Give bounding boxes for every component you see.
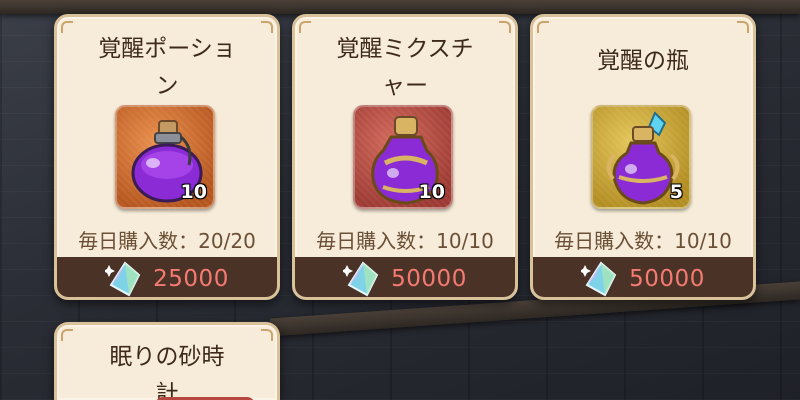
price-label: 50000 (629, 266, 705, 292)
item-quantity: 5 (669, 181, 683, 203)
buy-button[interactable]: 50000 (295, 257, 515, 297)
shop-item-card[interactable]: 眠りの砂時 計 (54, 322, 280, 400)
crystal-gem-icon (581, 261, 617, 297)
buy-button[interactable]: 25000 (57, 257, 277, 297)
item-name: 覚醒ポーショ ン (98, 36, 236, 99)
shop-item-card[interactable]: 覚醒の瓶 5 毎日購入数：10/10 50000 (530, 14, 756, 300)
daily-purchase-limit: 毎日購入数：10/10 (316, 229, 494, 253)
buy-button[interactable]: 50000 (533, 257, 753, 297)
daily-purchase-limit: 毎日購入数：20/20 (78, 229, 256, 253)
item-name: 覚醒ミクスチ ャー (336, 36, 474, 99)
item-icon-tile: 5 (591, 105, 691, 209)
item-quantity: 10 (180, 181, 207, 203)
item-name: 眠りの砂時 計 (109, 344, 225, 400)
item-icon-tile: 10 (115, 105, 215, 209)
shop-item-card[interactable]: 覚醒ポーショ ン 10 毎日購入数：20/20 25000 (54, 14, 280, 300)
crystal-gem-icon (105, 261, 141, 297)
crystal-gem-icon (343, 261, 379, 297)
item-quantity: 10 (418, 181, 445, 203)
item-name: 覚醒の瓶 (597, 48, 689, 74)
daily-purchase-limit: 毎日購入数：10/10 (554, 229, 732, 253)
price-label: 25000 (153, 266, 229, 292)
background-beam (0, 0, 800, 14)
price-label: 50000 (391, 266, 467, 292)
shop-item-card[interactable]: 覚醒ミクスチ ャー 10 毎日購入数：10/10 50000 (292, 14, 518, 300)
item-icon-tile: 10 (353, 105, 453, 209)
